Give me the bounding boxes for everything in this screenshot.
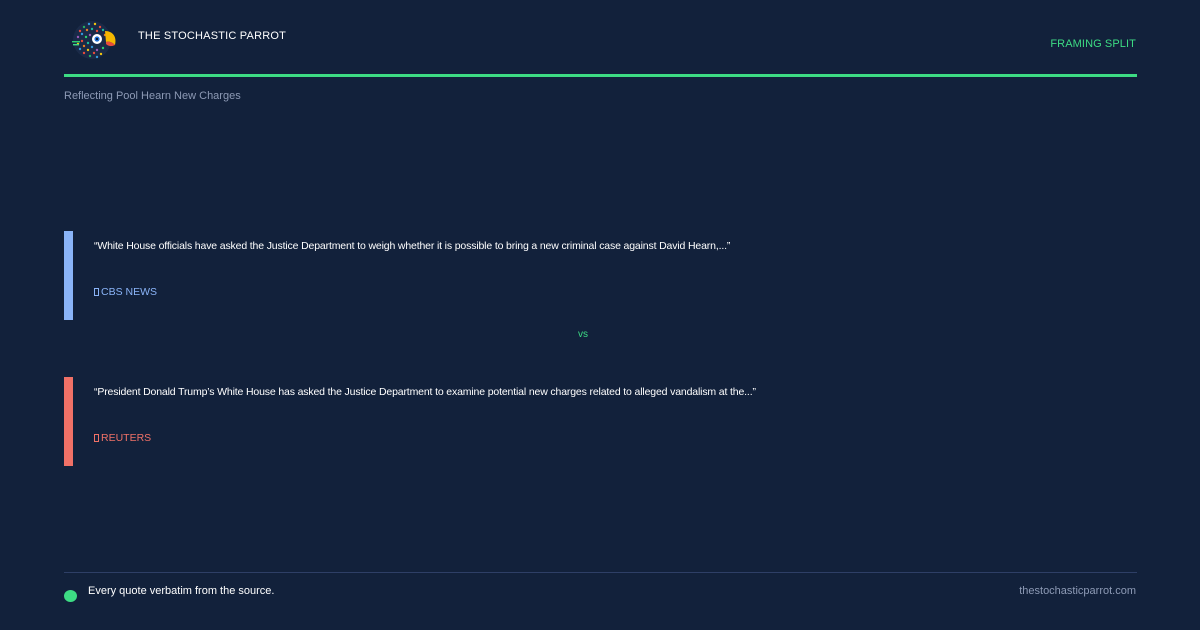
parrot-logo (72, 21, 116, 59)
parrot-logo-dots (72, 21, 111, 59)
quote-accent-bar (64, 231, 73, 320)
source-name: REUTERS (101, 432, 152, 444)
footer-dot-icon (64, 590, 77, 602)
quote-text: “President Donald Trump’s White House ha… (94, 386, 756, 398)
vs-label: vs (578, 329, 588, 340)
footer-url: thestochasticparrot.com (1019, 585, 1136, 597)
quote-card-cbs: “White House officials have asked the Ju… (64, 231, 1137, 320)
quote-accent-bar (64, 377, 73, 466)
brand-name: THE STOCHASTIC PARROT (138, 30, 287, 42)
source-icon (94, 288, 99, 296)
framing-split-label: FRAMING SPLIT (1050, 38, 1136, 50)
quote-text: “White House officials have asked the Ju… (94, 240, 731, 252)
quote-source: CBS NEWS (94, 286, 157, 298)
source-icon (94, 434, 99, 442)
quote-card-reuters: “President Donald Trump’s White House ha… (64, 377, 1137, 466)
header-divider (64, 74, 1137, 77)
footer-note: Every quote verbatim from the source. (88, 585, 275, 597)
quote-source: REUTERS (94, 432, 151, 444)
story-title: Reflecting Pool Hearn New Charges (64, 90, 241, 102)
source-name: CBS NEWS (101, 286, 158, 298)
footer-divider (64, 572, 1137, 573)
